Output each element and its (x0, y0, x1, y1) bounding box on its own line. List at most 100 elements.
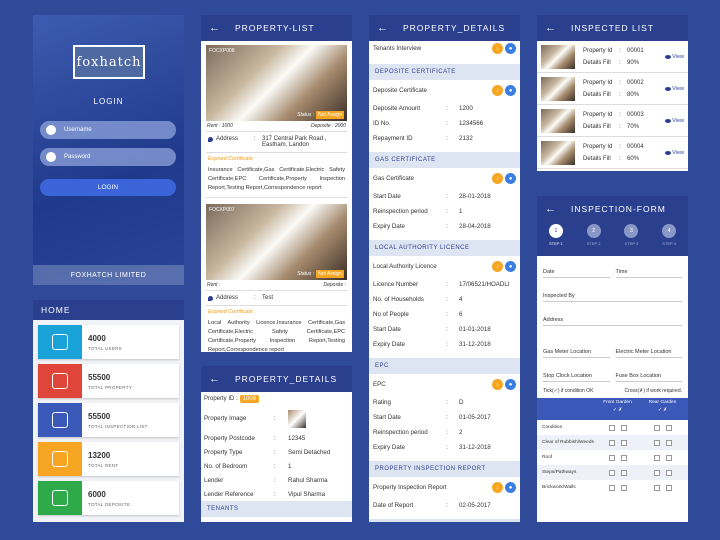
lal-section-title[interactable]: LOCAL AUTHORITY LICENCE (369, 240, 520, 256)
stat-card[interactable]: 55500 TOTAL PROPERTY (38, 364, 179, 398)
step[interactable]: 3 STEP 3 (624, 224, 639, 256)
password-field[interactable]: Password (40, 148, 176, 166)
download-icon[interactable]: ↓ (492, 43, 503, 54)
stat-card[interactable]: 55500 TOTAL INSPECTION LIST (38, 403, 179, 437)
detail-value: Semi Detached (288, 448, 331, 456)
gas-meter-field[interactable]: Gas Meter Location (543, 326, 610, 358)
fuse-box-field[interactable]: Fuse Box Location (615, 358, 682, 382)
checkbox[interactable] (653, 469, 660, 476)
status-line: Status : Not Assign (297, 111, 344, 119)
electric-meter-field[interactable]: Electric Meter Location (615, 326, 682, 358)
checkbox[interactable] (608, 484, 615, 491)
checkbox[interactable] (665, 469, 672, 476)
back-arrow-icon[interactable]: ← (545, 203, 557, 215)
download-icon[interactable]: ↓ (492, 85, 503, 96)
checkbox[interactable] (620, 454, 627, 461)
property-card[interactable]: FOCXP008 Status : Not Assign Rent : 1000 Dep… (206, 45, 347, 198)
checkbox[interactable] (653, 484, 660, 491)
checkbox[interactable] (665, 454, 672, 461)
stat-card[interactable]: 6000 TOTAL DEPOSITE (38, 481, 179, 515)
item-info: Property Id:00001 Details Fill:90% (583, 45, 665, 69)
download-icon[interactable]: ↓ (492, 261, 503, 272)
view-icon[interactable]: ● (505, 43, 516, 54)
view-link[interactable]: View (665, 54, 684, 60)
username-field[interactable]: Username (40, 121, 176, 139)
checkbox[interactable] (620, 469, 627, 476)
property-code: FOCXP008 (209, 48, 235, 54)
inspected-by-field[interactable]: Inspected By (543, 278, 682, 302)
stat-card[interactable]: 4000 TOTAL USERS (38, 325, 179, 359)
checkbox[interactable] (653, 424, 660, 431)
stop-clock-field[interactable]: Stop Clock Location (543, 358, 610, 382)
inspected-item[interactable]: Property Id:00001 Details Fill:90% View (537, 41, 688, 73)
colon: : (619, 91, 621, 98)
epc-section-title[interactable]: EPC (369, 358, 520, 374)
checkbox-group (595, 454, 640, 461)
back-arrow-icon[interactable]: ← (209, 22, 221, 34)
back-arrow-icon[interactable]: ← (377, 22, 389, 34)
view-icon[interactable]: ● (505, 482, 516, 493)
login-button[interactable]: LOGIN (40, 179, 176, 196)
view-icon[interactable]: ● (505, 173, 516, 184)
row-colon: : (446, 193, 448, 200)
stepper: 1 STEP 1 2 STEP 2 3 STEP 3 4 STEP 4 (537, 222, 688, 256)
row-value: 01-01-2018 (459, 326, 491, 333)
stat-icon-box (38, 442, 82, 476)
checkbox[interactable] (653, 454, 660, 461)
pir-section-title[interactable]: PROPERTY INSPECTION REPORT (369, 461, 520, 477)
checkbox[interactable] (653, 439, 660, 446)
property-id-line: Property ID : 1006 (201, 392, 352, 406)
download-icon[interactable]: ↓ (492, 379, 503, 390)
download-icon[interactable]: ↓ (492, 173, 503, 184)
colon: : (619, 155, 621, 162)
view-link[interactable]: View (665, 118, 684, 124)
row-colon: : (446, 281, 448, 288)
detail-key: No. of Bedroom (204, 462, 248, 470)
back-arrow-icon[interactable]: ← (545, 22, 557, 34)
inspected-item[interactable]: Property Id:00002 Details Fill:80% View (537, 73, 688, 105)
deposite-value: Deposite : (323, 282, 346, 288)
correspondence-section-title[interactable]: CORRESPONDENCE (369, 519, 520, 522)
property-card[interactable]: FOCXP007 Status : Not Assign Rent : Deposite… (206, 204, 347, 352)
checkbox[interactable] (665, 424, 672, 431)
checkbox[interactable] (665, 484, 672, 491)
download-icon[interactable]: ↓ (492, 482, 503, 493)
property-detail-rows: Property Image: Property Postcode:12345 Pr… (201, 406, 352, 501)
inspected-item[interactable]: Property Id:00003 Details Fill:70% View (537, 105, 688, 137)
detail-value: Rahul Sharma (288, 476, 328, 484)
step[interactable]: 2 STEP 2 (586, 224, 601, 256)
checkbox[interactable] (620, 424, 627, 431)
time-field[interactable]: Time (615, 256, 682, 278)
view-icon[interactable]: ● (505, 379, 516, 390)
back-arrow-icon[interactable]: ← (209, 373, 221, 385)
detail-colon: : (274, 462, 276, 470)
pid-label: Property Id (583, 47, 613, 54)
view-link[interactable]: View (665, 150, 684, 156)
checkbox[interactable] (620, 484, 627, 491)
fill-label: Details Fill (583, 59, 611, 66)
checkbox[interactable] (620, 439, 627, 446)
checkbox[interactable] (665, 439, 672, 446)
row-key: Rating (373, 399, 391, 406)
checkbox[interactable] (608, 424, 615, 431)
checkbox[interactable] (608, 439, 615, 446)
step[interactable]: 4 STEP 4 (662, 224, 677, 256)
time-label: Time (615, 269, 628, 275)
checkbox[interactable] (608, 454, 615, 461)
view-icon[interactable]: ● (505, 261, 516, 272)
checkbox[interactable] (608, 469, 615, 476)
property-thumbnail (541, 140, 575, 165)
deposite-section-title[interactable]: DEPOSITE CERTIFICATE (369, 64, 520, 80)
property-code: FOCXP007 (209, 207, 235, 213)
fill-value: 60% (627, 155, 640, 162)
gas-section-title[interactable]: GAS CERTIFICATE (369, 152, 520, 168)
tenants-section[interactable]: TENANTS (201, 501, 352, 517)
view-link[interactable]: View (665, 86, 684, 92)
address-field[interactable]: Address (543, 302, 682, 326)
inspected-item[interactable]: Property Id:00004 Details Fill:60% View (537, 137, 688, 169)
checkbox-group (640, 469, 685, 476)
date-field[interactable]: Date (543, 256, 610, 278)
step[interactable]: 1 STEP 1 (548, 224, 563, 256)
stat-card[interactable]: 13200 TOTAL RENT (38, 442, 179, 476)
view-icon[interactable]: ● (505, 85, 516, 96)
